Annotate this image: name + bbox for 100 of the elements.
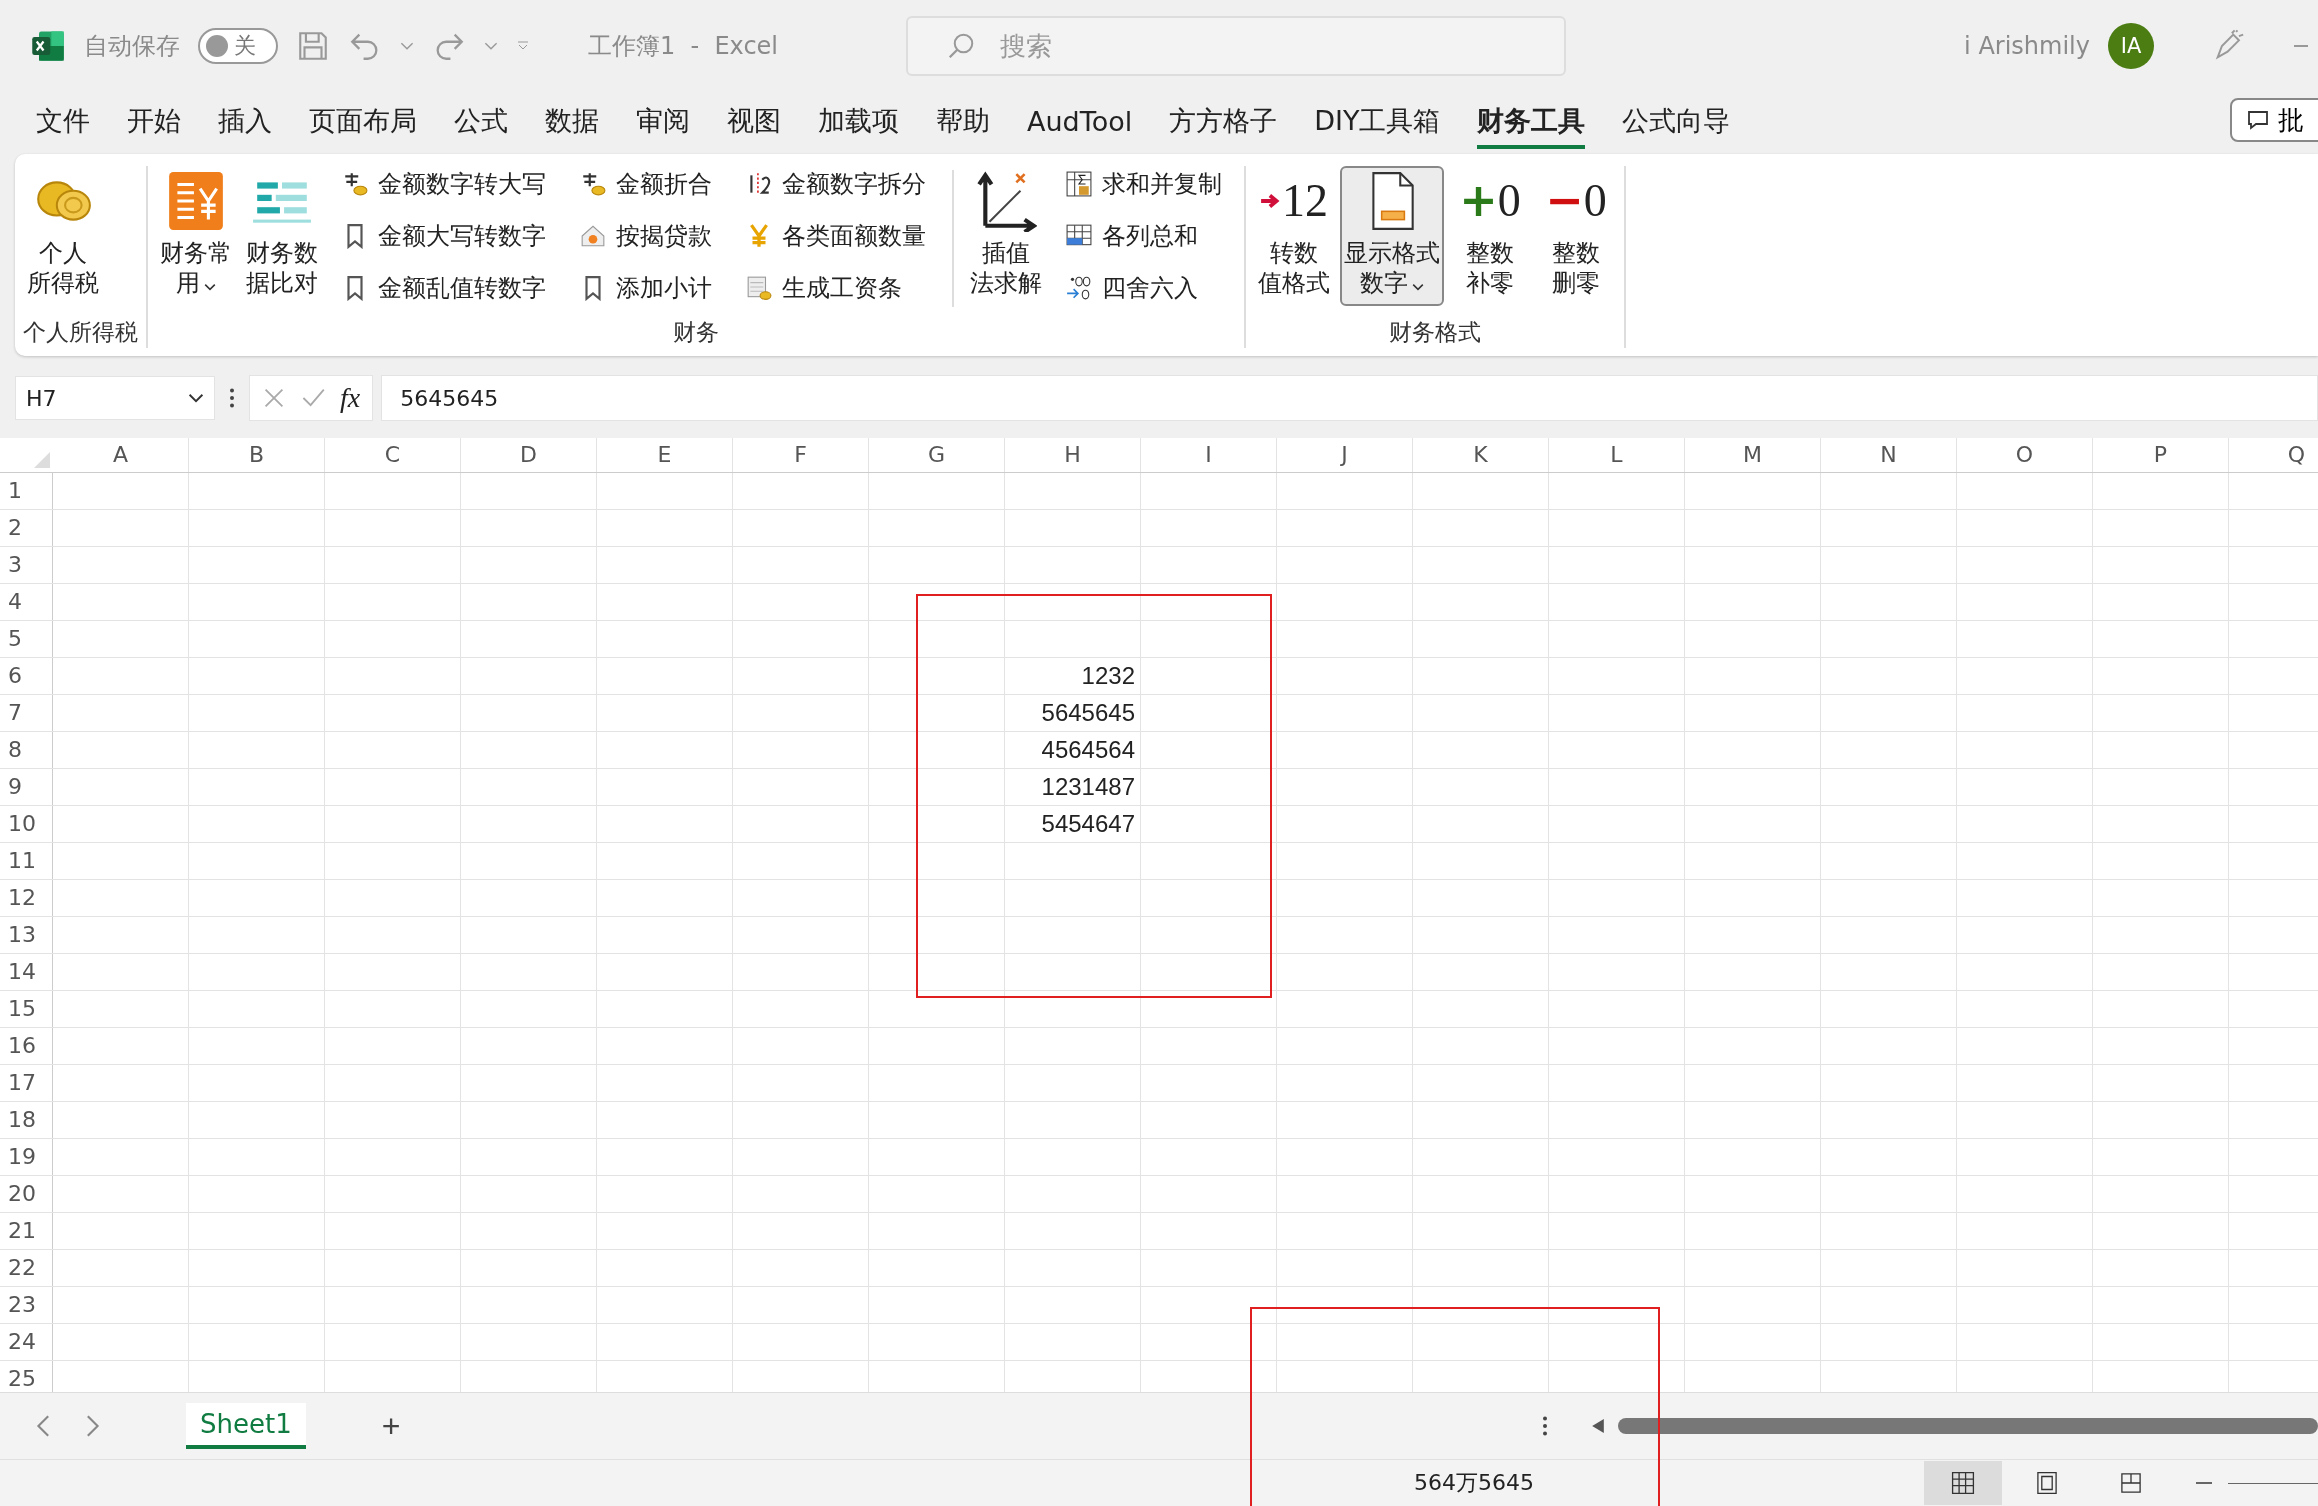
minimize-icon[interactable] — [2294, 44, 2308, 48]
menu-tab[interactable]: 开始 — [127, 97, 181, 149]
column-header[interactable]: D — [461, 438, 597, 472]
search-field[interactable]: 搜索 — [906, 16, 1567, 76]
ribbon-button[interactable]: 插值法求解 — [966, 166, 1046, 306]
name-box[interactable]: H7 — [15, 376, 215, 420]
menu-tab[interactable]: 公式向导 — [1622, 97, 1731, 149]
ribbon-button[interactable]: 金额折合 — [576, 166, 716, 202]
column-header[interactable]: C — [325, 438, 461, 472]
zoom-out-icon[interactable] — [2196, 1481, 2212, 1485]
column-header[interactable]: I — [1141, 438, 1277, 472]
column-header[interactable]: B — [189, 438, 325, 472]
column-header[interactable]: O — [1957, 438, 2093, 472]
table-cell-text: 4564564 — [1040, 735, 1136, 765]
menu-tab[interactable]: 方方格子 — [1169, 97, 1278, 149]
ribbon-button[interactable]: 财务常用 — [156, 166, 236, 306]
table-cell-text: 1232 — [1080, 661, 1136, 691]
group-label: 财务格式 — [1388, 318, 1482, 347]
menu-tab[interactable]: 页面布局 — [309, 97, 417, 149]
table-cell-text: 5645645 — [1040, 698, 1136, 728]
ribbon-button[interactable]: 金额大写转数字 — [338, 218, 550, 254]
ribbon-button[interactable]: 各列总和 — [1062, 218, 1226, 254]
ribbon-button[interactable]: 求和并复制 — [1062, 166, 1226, 202]
autosave-toggle[interactable]: 关 — [198, 28, 278, 64]
ribbon-button[interactable]: 财务数据比对 — [242, 166, 322, 306]
menu-tab[interactable]: DIY工具箱 — [1314, 97, 1441, 149]
column-header[interactable]: P — [2093, 438, 2229, 472]
more-icon[interactable] — [229, 388, 235, 408]
menu-tab[interactable]: 视图 — [727, 97, 781, 149]
group-label: 个人所得税 — [23, 318, 138, 347]
table-cell-text: 5454647 — [1040, 809, 1136, 839]
sum-icon — [1066, 171, 1092, 197]
save-icon[interactable] — [296, 29, 330, 63]
customize-icon[interactable] — [516, 41, 530, 51]
number-icon: +0 — [1459, 172, 1521, 230]
excel-logo-icon[interactable] — [30, 28, 66, 64]
comment-icon — [2246, 108, 2270, 132]
coin-icon — [342, 171, 368, 197]
column-header[interactable]: M — [1685, 438, 1821, 472]
column-header[interactable]: K — [1413, 438, 1549, 472]
ribbon-button[interactable]: 添加小计 — [576, 270, 716, 306]
comments-button[interactable]: 批 — [2230, 98, 2318, 142]
number-icon: −0 — [1545, 172, 1607, 230]
menu-tab[interactable]: AudTool — [1027, 99, 1133, 147]
column-header[interactable]: J — [1277, 438, 1413, 472]
add-sheet-button[interactable]: + — [375, 1406, 407, 1446]
ribbon-button[interactable]: 金额数字拆分 — [742, 166, 930, 202]
ribbon-button[interactable]: +0 整数补零 — [1450, 166, 1530, 306]
ribbon-button[interactable]: 显示格式数字 — [1340, 166, 1444, 306]
menu-tab[interactable]: 审阅 — [636, 97, 690, 149]
menu-tab[interactable]: 文件 — [36, 97, 90, 149]
decimal-icon — [1066, 275, 1092, 301]
insert-function-button[interactable]: fx — [340, 382, 361, 414]
sheet-tab[interactable]: Sheet1 — [186, 1403, 306, 1449]
ribbon-button[interactable]: 生成工资条 — [742, 270, 930, 306]
number-icon: 12 — [1282, 172, 1328, 230]
column-header[interactable]: F — [733, 438, 869, 472]
sum-display: 564万5645 — [1414, 1469, 1534, 1497]
column-header[interactable]: H — [1005, 438, 1141, 472]
axes-icon — [975, 170, 1037, 232]
user-name: i Arishmily — [1964, 32, 2090, 60]
ribbon-button[interactable]: 金额数字转大写 — [338, 166, 550, 202]
coin-icon — [580, 171, 606, 197]
formula-field[interactable]: 5645645 — [381, 375, 2318, 421]
user-avatar[interactable]: IA — [2108, 23, 2154, 69]
scrollbar-thumb[interactable] — [1618, 1418, 2318, 1434]
column-header[interactable]: E — [597, 438, 733, 472]
ribbon-button[interactable]: 四舍六入 — [1062, 270, 1226, 306]
ribbon-button[interactable]: 各类面额数量 — [742, 218, 930, 254]
menu-tab[interactable]: 数据 — [545, 97, 599, 149]
ribbon-button[interactable]: −0 整数删零 — [1536, 166, 1616, 306]
grid-icon — [1950, 1470, 1976, 1496]
ribbon-button[interactable]: 个人所得税 — [23, 166, 103, 306]
column-header[interactable]: G — [869, 438, 1005, 472]
column-header[interactable]: N — [1821, 438, 1957, 472]
column-header[interactable]: L — [1549, 438, 1685, 472]
menu-tab[interactable]: 加载项 — [818, 97, 899, 149]
menu-tab[interactable]: 公式 — [454, 97, 508, 149]
autosave-label: 自动保存 — [84, 31, 180, 62]
menu-tab[interactable]: 财务工具 — [1477, 97, 1586, 149]
ribbon-button[interactable]: 按揭贷款 — [576, 218, 716, 254]
column-header[interactable]: Q — [2229, 438, 2318, 472]
arrow-icon — [1260, 193, 1282, 209]
group-label: 财务 — [672, 318, 720, 347]
column-header[interactable]: A — [53, 438, 189, 472]
table-cell-text: 1231487 — [1040, 772, 1136, 802]
house-icon — [580, 223, 606, 249]
normal-view-button[interactable] — [1924, 1461, 2002, 1505]
more-icon[interactable] — [1542, 1416, 1548, 1436]
scroll-left-icon[interactable] — [1592, 1419, 1604, 1433]
menu-tab[interactable]: 帮助 — [936, 97, 990, 149]
page-break-icon — [2118, 1470, 2144, 1496]
window-title: 工作簿1 - Excel — [588, 31, 779, 62]
menu-tab[interactable]: 插入 — [218, 97, 272, 149]
page-icon — [2034, 1470, 2060, 1496]
caret-icon[interactable] — [188, 393, 204, 403]
sheet-icon — [746, 275, 772, 301]
ribbon-button[interactable]: 12 转数值格式 — [1254, 166, 1334, 306]
ribbon-button[interactable]: 金额乱值转数字 — [338, 270, 550, 306]
cancel-icon[interactable] — [262, 386, 286, 410]
